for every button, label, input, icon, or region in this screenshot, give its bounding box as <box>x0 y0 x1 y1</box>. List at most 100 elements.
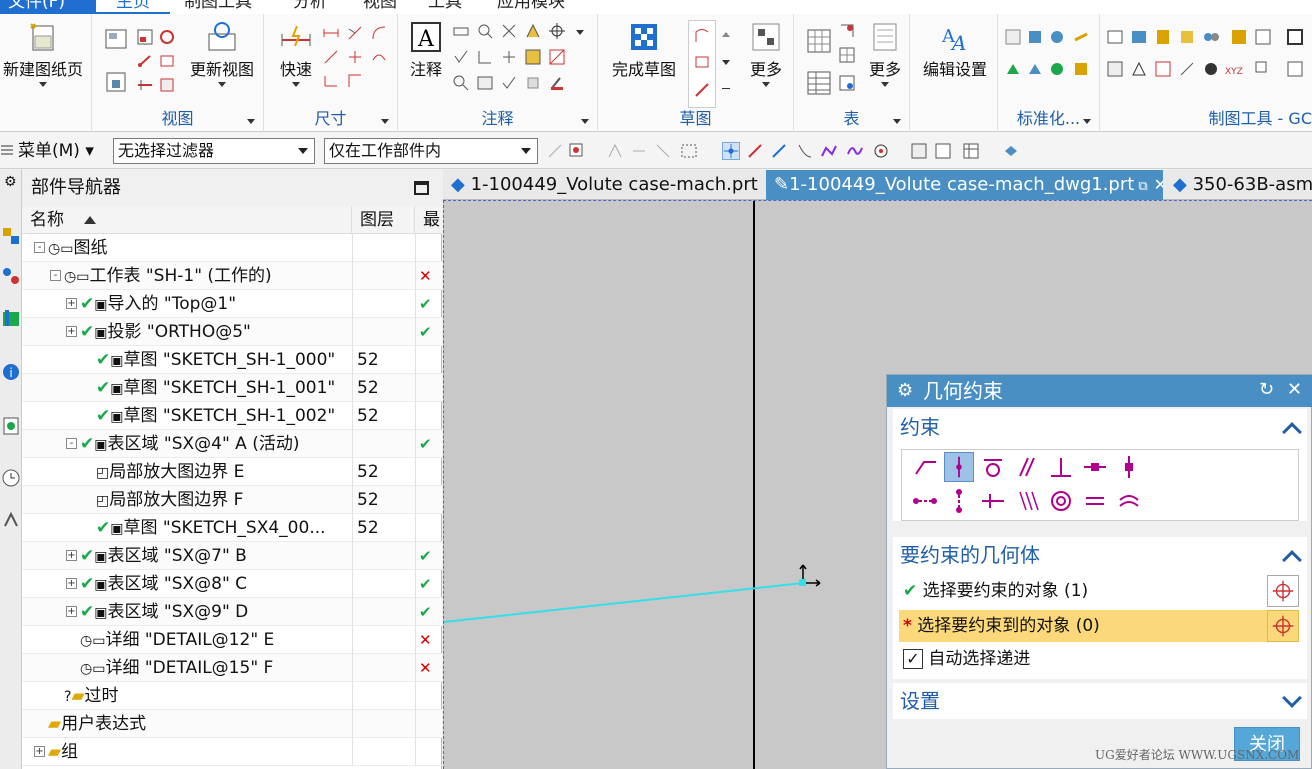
tree-row[interactable]: ✔▣草图 "SKETCH_SH-1_002" 52 <box>22 402 442 430</box>
settings-section-header[interactable]: 设置 <box>893 683 1307 719</box>
tree-row[interactable]: ▰用户表达式 <box>22 710 442 738</box>
midpoint-icon[interactable] <box>978 486 1008 516</box>
tree-row[interactable]: ✔▣草图 "SKETCH_SH-1_000" 52 <box>22 346 442 374</box>
target-point-icon[interactable] <box>548 22 566 40</box>
chevron-up-icon[interactable] <box>722 32 730 37</box>
std-tool-6-icon[interactable] <box>1026 60 1044 78</box>
collapse-icon[interactable]: - <box>50 270 61 281</box>
auto-select-progression-checkbox[interactable]: ✓ 自动选择递进 <box>899 643 1299 675</box>
gc-tool-13-icon[interactable] <box>1202 60 1220 78</box>
snap-midpoint-icon[interactable] <box>770 142 788 160</box>
snap-center-icon[interactable] <box>872 142 890 160</box>
weld-symbol-icon[interactable] <box>476 48 494 66</box>
rectangle-icon[interactable] <box>693 53 711 71</box>
view-tool-2-icon[interactable] <box>934 142 952 160</box>
horizontal-icon[interactable] <box>1080 452 1110 482</box>
menu-button[interactable]: 菜单(M) ▾ <box>18 138 94 164</box>
collinear-icon[interactable] <box>1012 486 1042 516</box>
search-icon[interactable] <box>452 74 470 92</box>
chevron-down-icon[interactable] <box>247 119 255 124</box>
select-target-row[interactable]: * 选择要约束到的对象 (0) <box>899 610 1299 642</box>
gc-tool-8-icon[interactable] <box>1286 28 1304 46</box>
equal-length-icon[interactable] <box>1080 486 1110 516</box>
gc-tool-9-icon[interactable] <box>1106 60 1124 78</box>
std-tool-8-icon[interactable] <box>1072 60 1090 78</box>
area-fill-icon[interactable] <box>548 48 566 66</box>
chevron-down-icon[interactable] <box>893 119 901 124</box>
more-table-button[interactable]: 更多 <box>862 20 908 87</box>
std-tool-7-icon[interactable] <box>1048 60 1066 78</box>
coincident-icon[interactable] <box>910 452 940 482</box>
tree-row[interactable]: ✔▣草图 "SKETCH_SH-1_001" 52 <box>22 374 442 402</box>
expand-icon[interactable]: + <box>66 298 77 309</box>
expand-icon[interactable]: + <box>66 550 77 561</box>
tab-analysis[interactable]: 分析 <box>285 0 335 14</box>
tree-row[interactable]: - ◷▭图纸 <box>22 234 442 262</box>
crosshair-select-icon[interactable] <box>1267 610 1299 642</box>
chevron-down-icon[interactable] <box>581 119 589 124</box>
check-symbol-icon[interactable] <box>500 74 518 92</box>
gc-tool-2-icon[interactable] <box>1130 28 1148 46</box>
angular-dimension-icon[interactable] <box>370 24 388 42</box>
gc-tool-7-icon[interactable] <box>1254 28 1272 46</box>
table-icon[interactable] <box>806 70 832 96</box>
gc-tool-12-icon[interactable] <box>1178 60 1196 78</box>
close-icon[interactable]: ✕ <box>1287 379 1302 400</box>
gc-tool-16-icon[interactable] <box>1286 60 1304 78</box>
vertical-align-icon[interactable] <box>944 486 974 516</box>
selected-sketch-line[interactable] <box>444 582 804 623</box>
select-tool-4-icon[interactable] <box>630 142 648 160</box>
maximize-icon[interactable] <box>414 181 429 195</box>
tree-row[interactable]: ◷▭详细 "DETAIL@15" F ✕ <box>22 654 442 682</box>
part-navigator-icon[interactable] <box>1 308 21 328</box>
history-clock-icon[interactable] <box>1 468 21 488</box>
doc-tab-assembly[interactable]: ◆ 350-63B-asm. <box>1165 170 1312 200</box>
gallery-expand-icon[interactable] <box>722 88 730 96</box>
tab-drafting-tools[interactable]: 制图工具 <box>176 0 260 14</box>
rectangle-select-icon[interactable] <box>680 142 698 160</box>
column-layer[interactable]: 图层 <box>352 206 415 234</box>
gc-tool-4-icon[interactable] <box>1178 28 1196 46</box>
collapse-icon[interactable]: - <box>34 242 45 253</box>
menu-icon[interactable] <box>0 143 14 157</box>
tab-home[interactable]: 主页 <box>96 0 170 14</box>
reset-icon[interactable]: ↻ <box>1259 379 1274 400</box>
snap-curve-icon[interactable] <box>820 142 838 160</box>
tab-file[interactable]: 文件(F) <box>0 0 96 14</box>
vertical-icon[interactable] <box>1114 452 1144 482</box>
chamfer-dimension-icon[interactable] <box>322 48 340 66</box>
view-section-line-icon[interactable] <box>158 76 176 94</box>
doc-tab-drawing[interactable]: ✎1-100449_Volute case-mach_dwg1.prt ⧉ ✕ <box>766 170 1163 200</box>
parts-list-icon[interactable] <box>838 22 856 40</box>
snap-tool-active-icon[interactable] <box>722 142 740 160</box>
linear-dimension-icon[interactable] <box>322 24 340 42</box>
select-object-row[interactable]: ✔ 选择要约束的对象 (1) <box>899 575 1299 607</box>
crosshair-select-icon[interactable] <box>1267 575 1299 607</box>
std-tool-4-icon[interactable] <box>1072 28 1090 46</box>
section-view-icon[interactable] <box>136 52 154 70</box>
checkbox-checked-icon[interactable]: ✓ <box>903 649 923 669</box>
note-button[interactable]: A 注释 <box>404 20 448 80</box>
tree-row[interactable]: + ✔▣导入的 "Top@1" ✔ <box>22 290 442 318</box>
gc-tool-1-icon[interactable] <box>1106 28 1124 46</box>
assembly-navigator-icon[interactable] <box>1 226 21 246</box>
equal-radius-icon[interactable] <box>1114 486 1144 516</box>
view-break-icon[interactable] <box>136 76 154 94</box>
tab-view[interactable]: 视图 <box>355 0 405 14</box>
new-sheet-button[interactable]: 新建图纸页 <box>0 20 86 87</box>
auto-balloon-icon[interactable] <box>838 74 856 92</box>
collapse-icon[interactable]: - <box>66 438 77 449</box>
surface-finish-icon[interactable] <box>452 48 470 66</box>
hole-table-icon[interactable] <box>838 46 856 64</box>
point-on-curve-icon[interactable] <box>944 452 974 482</box>
expand-icon[interactable]: + <box>66 578 77 589</box>
centerline-icon[interactable] <box>500 22 518 40</box>
column-last[interactable]: 最 <box>415 206 442 234</box>
gc-tool-6-icon[interactable] <box>1230 28 1248 46</box>
projected-view-icon[interactable] <box>136 28 154 46</box>
std-tool-5-icon[interactable] <box>1004 60 1022 78</box>
detail-view-icon[interactable] <box>158 28 176 46</box>
xyz-icon[interactable]: XYZ <box>1224 60 1246 78</box>
tabular-note-icon[interactable] <box>806 28 832 54</box>
role-icon[interactable] <box>1 510 21 530</box>
